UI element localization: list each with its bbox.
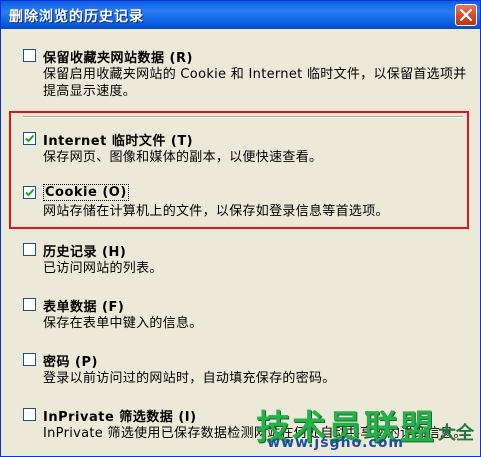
option-title: 历史记录 (H) bbox=[43, 245, 127, 260]
preserve-favorites-checkbox[interactable] bbox=[23, 49, 36, 62]
passwords-checkbox[interactable] bbox=[23, 353, 36, 366]
window-title: 删除浏览的历史记录 bbox=[9, 9, 144, 25]
option-description: 保存在表单中键入的信息。 bbox=[43, 316, 203, 331]
option-title: InPrivate 筛选数据 (I) bbox=[43, 410, 197, 425]
option-title: 保留收藏夹网站数据 (R) bbox=[43, 51, 193, 66]
watermark-side-text: 大全 bbox=[438, 423, 474, 444]
option-title: 密码 (P) bbox=[43, 355, 98, 370]
history-checkbox[interactable] bbox=[23, 243, 36, 256]
close-button[interactable] bbox=[455, 4, 477, 26]
option-description: 已访问网站的列表。 bbox=[43, 261, 163, 276]
option-description: 登录以前访问过的网站时，自动填充保存的密码。 bbox=[43, 371, 336, 386]
option-title: 表单数据 (F) bbox=[43, 300, 125, 315]
site-watermark: 技术员联盟 大全 www.jsgho.com bbox=[256, 400, 474, 451]
form-data-checkbox[interactable] bbox=[23, 298, 36, 311]
highlight-box bbox=[9, 111, 469, 229]
dialog-window: 删除浏览的历史记录 保留收藏夹网站数据 (R) 保留启用收藏夹网站的 Cooki… bbox=[0, 0, 481, 457]
title-bar[interactable]: 删除浏览的历史记录 bbox=[1, 1, 480, 29]
option-description: 保留启用收藏夹网站的 Cookie 和 Internet 临时文件，以保留首选项… bbox=[43, 67, 467, 99]
close-icon bbox=[460, 9, 472, 21]
inprivate-checkbox[interactable] bbox=[23, 408, 36, 421]
watermark-url: www.jsgho.com bbox=[267, 435, 404, 451]
dialog-content: 保留收藏夹网站数据 (R) 保留启用收藏夹网站的 Cookie 和 Intern… bbox=[1, 29, 480, 456]
